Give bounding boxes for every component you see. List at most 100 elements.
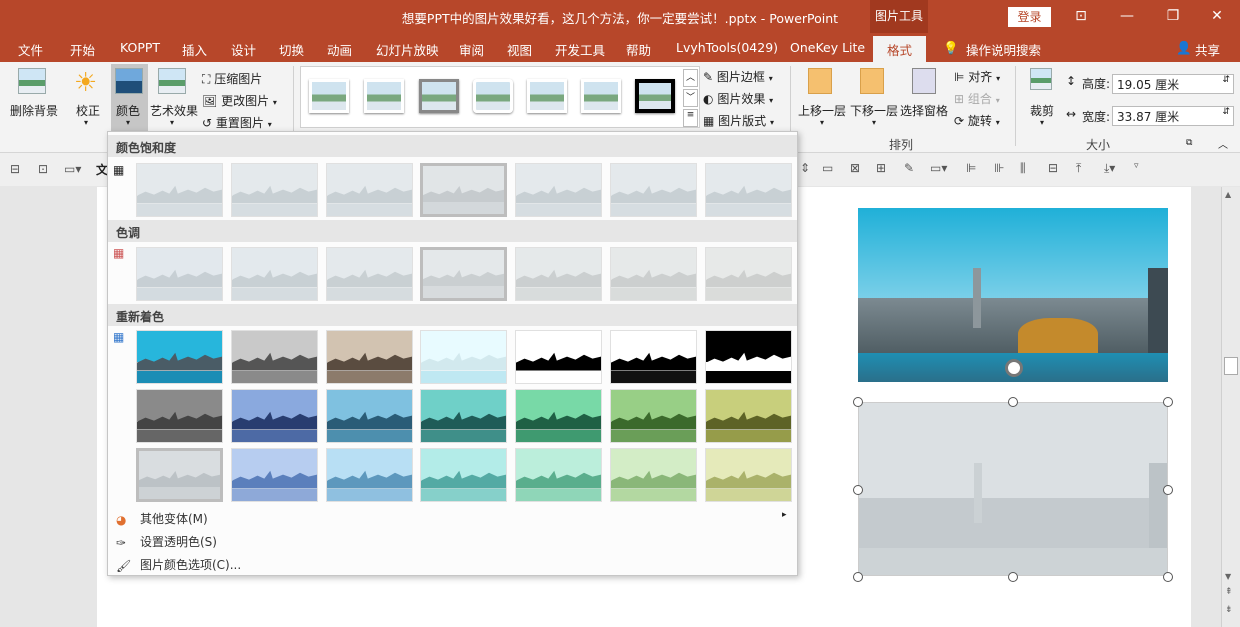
toolbar-icon-12[interactable]: ⊟ (1048, 161, 1058, 175)
color-variant-sat-2[interactable] (231, 163, 318, 217)
toolbar-icon-8[interactable]: ▭▾ (930, 161, 947, 175)
toolbar-icon-5[interactable]: ⊠ (850, 161, 860, 175)
color-options-label[interactable]: 图片颜色选项(C)... (140, 558, 241, 572)
selection-pane-icon[interactable] (912, 68, 936, 94)
picture-style-4[interactable] (473, 79, 513, 113)
resize-handle-se[interactable] (1163, 572, 1173, 582)
color-variant-rc1-2[interactable] (231, 330, 318, 384)
artistic-effects-button[interactable]: 艺术效果 (150, 102, 198, 119)
corrections-icon[interactable]: ☀ (74, 68, 97, 98)
color-variant-rc2-2[interactable] (231, 389, 318, 443)
toolbar-icon-4[interactable]: ▭ (822, 161, 833, 175)
picture-style-5[interactable] (527, 79, 567, 113)
resize-handle-e[interactable] (1163, 485, 1173, 495)
bring-forward-button[interactable]: 上移一层 (798, 102, 846, 119)
color-variant-rc2-5[interactable] (515, 389, 602, 443)
color-variant-rc1-7[interactable] (705, 330, 792, 384)
picture-layout[interactable]: ▦ 图片版式 ▾ (703, 112, 774, 129)
color-variant-rc3-2[interactable] (231, 448, 318, 502)
height-value[interactable]: 19.05 厘米 (1117, 78, 1179, 92)
toolbar-icon-14[interactable]: ⤓▾ (1104, 161, 1115, 176)
chevron-down-icon[interactable]: ▾ (273, 98, 277, 107)
vertical-scrollbar[interactable]: ▲ ▼ ⇞ ⇟ (1221, 187, 1240, 627)
tab-format[interactable]: 格式 (873, 36, 927, 62)
previous-slide-icon[interactable]: ⇞ (1225, 587, 1233, 597)
remove-background-button[interactable]: 删除背景 (10, 102, 58, 119)
chevron-down-icon[interactable]: ▾ (769, 74, 773, 83)
crop-button[interactable]: 裁剪 (1030, 102, 1054, 119)
color-variant-sat-4[interactable] (420, 163, 507, 217)
set-transparent-item[interactable]: ✑ 设置透明色(S) (116, 533, 217, 550)
tab-developer[interactable]: 开发工具 (555, 40, 605, 59)
share-icon[interactable]: 👤 (1176, 40, 1192, 56)
resize-handle-sw[interactable] (853, 572, 863, 582)
chevron-down-icon[interactable]: ▾ (996, 74, 1000, 83)
gallery-scroll-up-icon[interactable]: ︿ (683, 69, 698, 87)
resize-handle-n[interactable] (1008, 397, 1018, 407)
align-button[interactable]: 对齐 (968, 70, 992, 84)
color-variant-sat-1[interactable] (136, 163, 223, 217)
picture-style-6[interactable] (581, 79, 621, 113)
gallery-more-icon[interactable]: ≡ (683, 109, 698, 127)
tab-animations[interactable]: 动画 (327, 40, 352, 59)
toolbar-icon-11[interactable]: ⫼ (1020, 161, 1026, 176)
picture-style-3[interactable] (419, 79, 459, 113)
toolbar-icon-10[interactable]: ⊪ (994, 161, 1004, 175)
scroll-down-icon[interactable]: ▼ (1225, 572, 1231, 581)
tab-onekey[interactable]: OneKey Lite (790, 40, 865, 55)
chevron-down-icon[interactable]: ▾ (170, 118, 174, 127)
chevron-down-icon[interactable]: ▾ (872, 118, 876, 127)
picture-style-7[interactable] (635, 79, 675, 113)
tab-lvyhtools[interactable]: LvyhTools(0429) (676, 40, 778, 55)
color-variant-sat-3[interactable] (326, 163, 413, 217)
tab-transitions[interactable]: 切换 (279, 40, 304, 59)
picture-style-2[interactable] (364, 79, 404, 113)
resize-handle-w[interactable] (853, 485, 863, 495)
remove-background-icon[interactable] (18, 68, 48, 96)
send-backward-button[interactable]: 下移一层 (850, 102, 898, 119)
chevron-down-icon[interactable]: ▾ (769, 96, 773, 105)
restore-icon[interactable]: ❐ (1150, 0, 1196, 33)
chevron-down-icon[interactable]: ▾ (84, 118, 88, 127)
spin-arrows-icon[interactable]: ⇵ (1222, 75, 1230, 85)
color-variant-rc1-1[interactable] (136, 330, 223, 384)
rotate-handle-icon[interactable] (1005, 359, 1023, 377)
color-variant-tone-6[interactable] (610, 247, 697, 301)
resize-handle-s[interactable] (1008, 572, 1018, 582)
color-variant-rc2-1[interactable] (136, 389, 223, 443)
toolbar-icon-1[interactable]: ⊟ (10, 162, 20, 176)
bring-forward-icon[interactable] (808, 68, 832, 94)
color-variant-rc2-7[interactable] (705, 389, 792, 443)
color-variant-rc2-3[interactable] (326, 389, 413, 443)
color-variant-rc3-1[interactable] (136, 448, 223, 502)
artistic-effects-icon[interactable] (158, 68, 188, 96)
color-variant-rc1-5[interactable] (515, 330, 602, 384)
close-icon[interactable]: ✕ (1194, 0, 1240, 33)
city-photo-washout[interactable] (858, 402, 1168, 576)
dialog-launcher-icon[interactable]: ⧉ (1186, 138, 1192, 148)
width-input[interactable]: 33.87 厘米 ⇵ (1112, 106, 1234, 126)
color-variant-rc2-4[interactable] (420, 389, 507, 443)
picture-effects[interactable]: ◐ 图片效果 ▾ (703, 90, 773, 107)
rotate-button[interactable]: 旋转 (968, 114, 992, 128)
color-variant-tone-1[interactable] (136, 247, 223, 301)
picture-border-button[interactable]: 图片边框 (717, 70, 765, 84)
login-button[interactable]: 登录 (1008, 7, 1051, 27)
color-variant-rc3-7[interactable] (705, 448, 792, 502)
chevron-down-icon[interactable]: ▾ (820, 118, 824, 127)
color-button[interactable]: 颜色 (116, 102, 140, 119)
color-variant-sat-6[interactable] (610, 163, 697, 217)
scroll-thumb[interactable] (1224, 357, 1238, 375)
chevron-down-icon[interactable]: ▾ (996, 118, 1000, 127)
chevron-down-icon[interactable]: ▾ (770, 118, 774, 127)
set-transparent-label[interactable]: 设置透明色(S) (140, 535, 217, 549)
chevron-down-icon[interactable]: ▾ (1040, 118, 1044, 127)
toolbar-more-icon[interactable]: ▿ (1134, 161, 1139, 171)
toolbar-icon-9[interactable]: ⊫ (966, 161, 976, 175)
color-variant-tone-4[interactable] (420, 247, 507, 301)
color-variant-rc3-6[interactable] (610, 448, 697, 502)
color-variant-rc1-4[interactable] (420, 330, 507, 384)
tab-slideshow[interactable]: 幻灯片放映 (376, 40, 439, 59)
picture-effects-button[interactable]: 图片效果 (717, 92, 765, 106)
more-variations-item[interactable]: ◕ 其他变体(M) (116, 510, 208, 527)
